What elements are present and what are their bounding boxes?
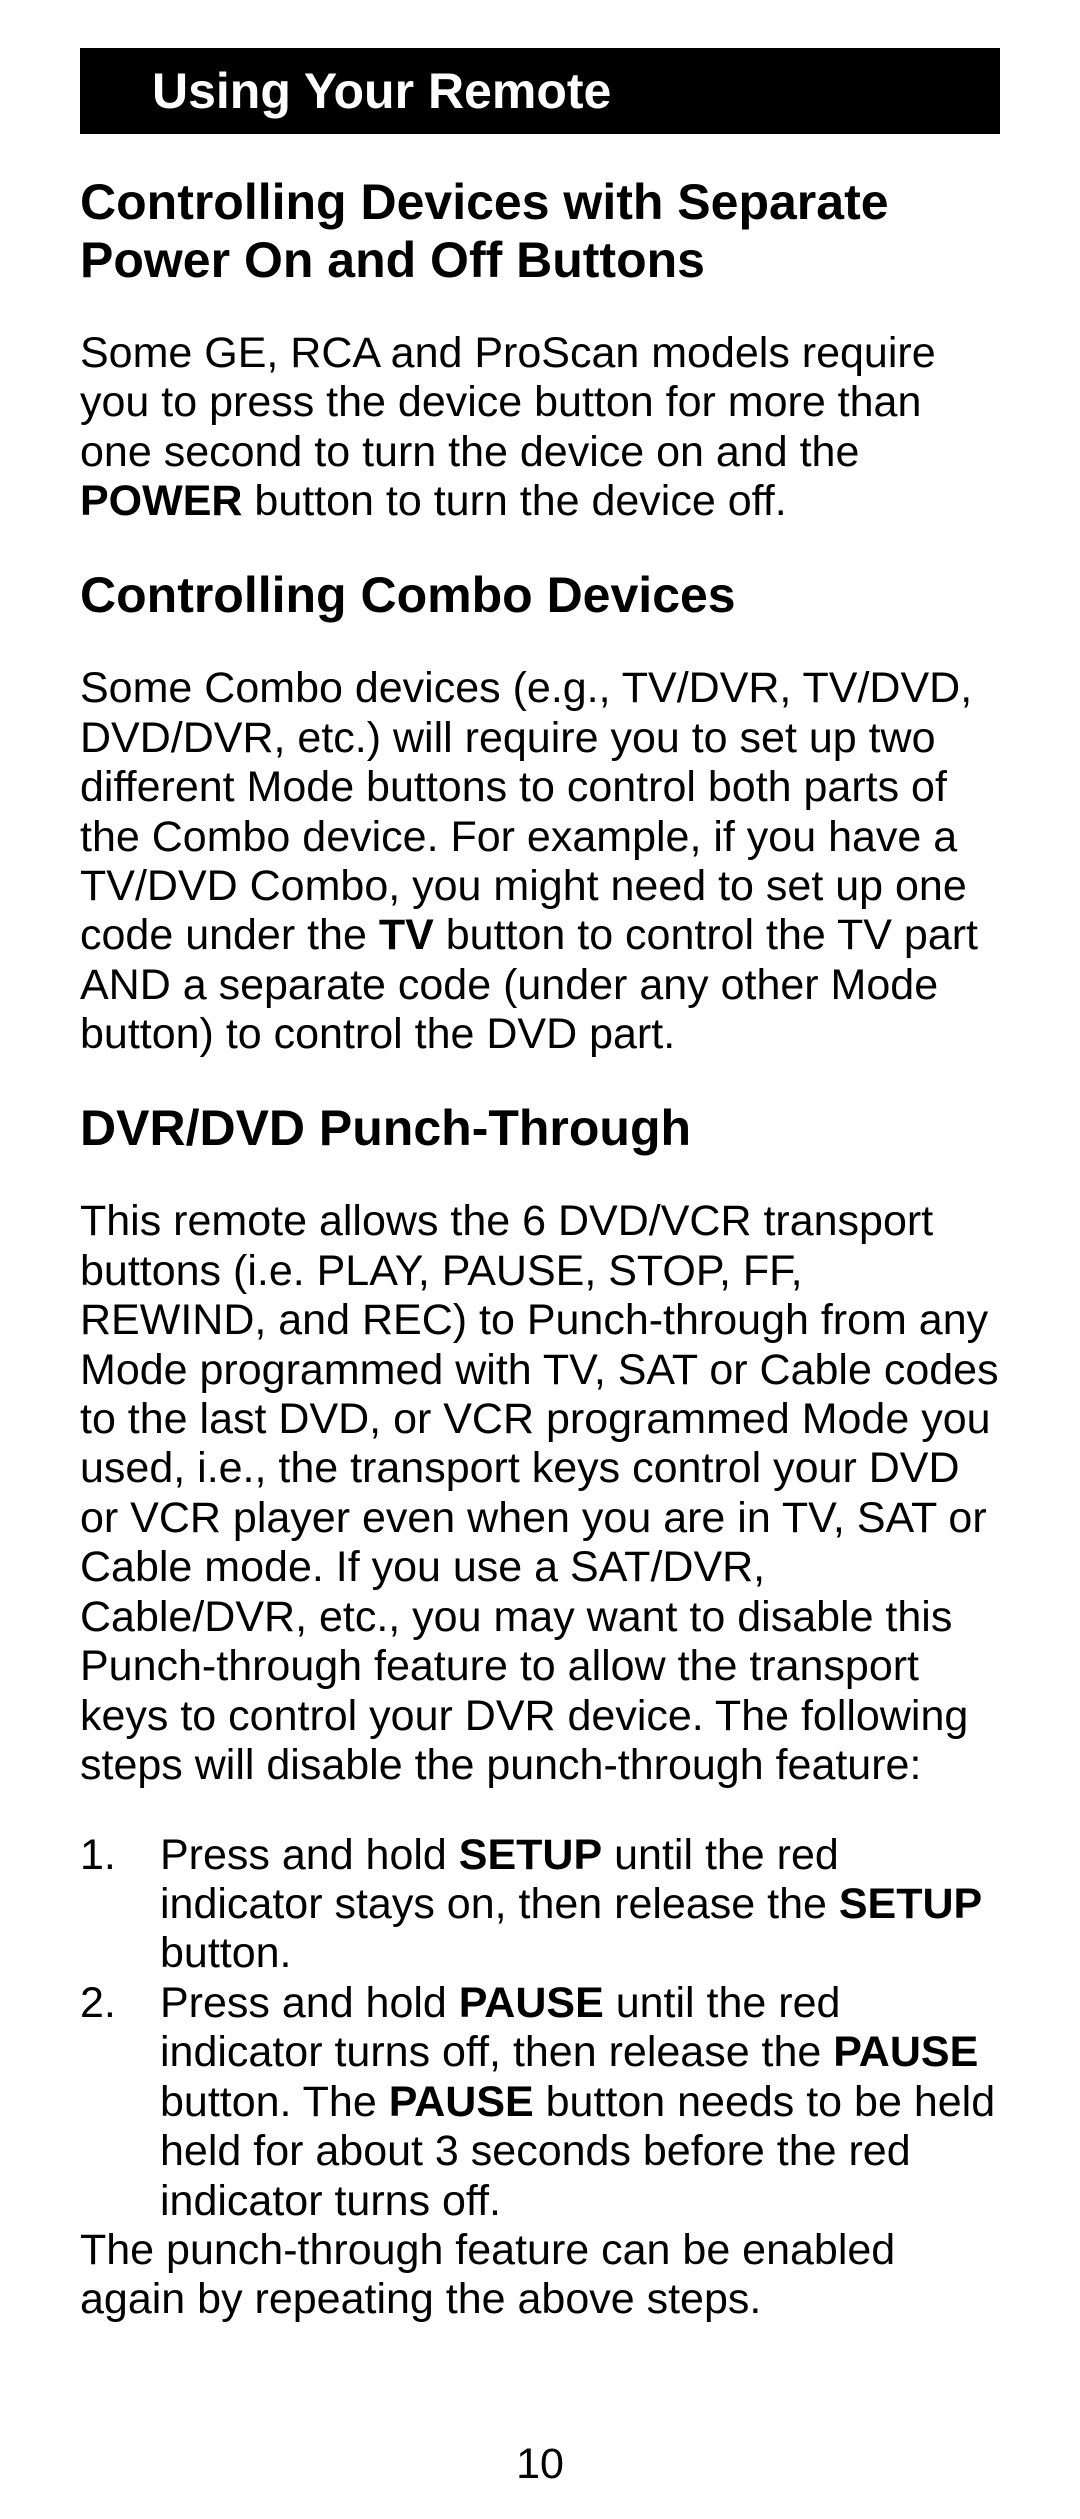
text-bold: PAUSE — [389, 2078, 534, 2126]
text: button. — [160, 1929, 292, 1977]
text-bold: SETUP — [839, 1880, 982, 1928]
heading-separate-power: Controlling Devices with Separate Power … — [80, 174, 1000, 289]
heading-combo-devices: Controlling Combo Devices — [80, 567, 1000, 625]
text: button to turn the device off. — [242, 477, 786, 525]
page-number: 10 — [0, 2440, 1080, 2489]
text: Press and hold — [160, 1831, 459, 1879]
text-bold: POWER — [80, 477, 242, 525]
heading-punch-through: DVR/DVD Punch-Through — [80, 1100, 1000, 1158]
para-reenable: The punch-through feature can be enabled… — [80, 2226, 1000, 2325]
text-bold: SETUP — [459, 1831, 602, 1879]
para-punch-through: This remote allows the 6 DVD/VCR transpo… — [80, 1197, 1000, 1790]
para-combo-devices: Some Combo devices (e.g., TV/DVR, TV/DVD… — [80, 664, 1000, 1060]
para-separate-power: Some GE, RCA and ProScan models require … — [80, 329, 1000, 527]
text-bold: PAUSE — [833, 2028, 978, 2076]
steps-list: Press and hold SETUP until the red indic… — [80, 1831, 1000, 2227]
text: Press and hold — [160, 1979, 459, 2027]
section-banner: Using Your Remote — [80, 48, 1000, 134]
step-2: Press and hold PAUSE until the red indic… — [160, 1979, 1000, 2226]
manual-page: Using Your Remote Controlling Devices wi… — [0, 0, 1080, 2519]
text: Some GE, RCA and ProScan models require … — [80, 329, 936, 476]
text-bold: TV — [379, 911, 434, 959]
step-1: Press and hold SETUP until the red indic… — [160, 1831, 1000, 1979]
text: button. The — [160, 2078, 389, 2126]
text-bold: PAUSE — [459, 1979, 604, 2027]
